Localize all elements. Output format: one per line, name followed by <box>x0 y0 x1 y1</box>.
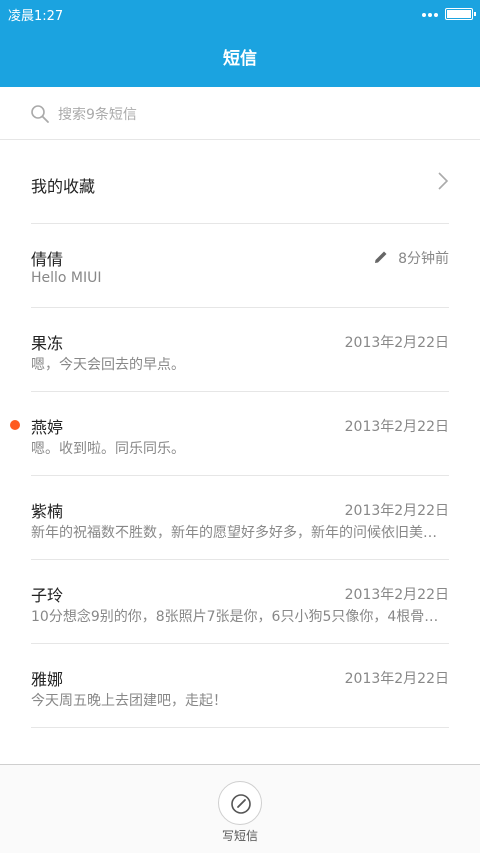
pencil-icon <box>375 251 387 263</box>
message-time: 2013年2月22日 <box>344 503 449 519</box>
battery-icon <box>445 8 476 20</box>
status-time: 凌晨1:27 <box>8 9 64 24</box>
conversation-row[interactable]: 果冻 2013年2月22日 嗯，今天会回去的早点。 <box>0 308 480 392</box>
conversation-row[interactable]: 紫楠 2013年2月22日 新年的祝福数不胜数，新年的愿望好多好多，新年的问候依… <box>0 476 480 560</box>
compose-button[interactable] <box>218 781 262 825</box>
compose-icon <box>231 794 251 814</box>
message-preview: 嗯。收到啦。同乐同乐。 <box>31 441 185 457</box>
conversation-row[interactable]: 子玲 2013年2月22日 10分想念9别的你，8张照片7张是你，6只小狗5只像… <box>0 560 480 644</box>
message-time: 2013年2月22日 <box>344 587 449 603</box>
chevron-right-icon <box>438 172 449 190</box>
unread-dot-icon <box>10 420 20 430</box>
conversation-row[interactable]: 雅娜 2013年2月22日 今天周五晚上去团建吧，走起！ <box>0 644 480 728</box>
page-title: 短信 <box>223 49 257 69</box>
message-preview: 嗯，今天会回去的早点。 <box>31 357 185 373</box>
favorites-label: 我的收藏 <box>31 177 96 196</box>
search-icon <box>31 105 49 123</box>
contact-name: 紫楠 <box>31 502 64 521</box>
header-bar: 凌晨1:27 短信 <box>0 0 480 87</box>
compose-label: 写短信 <box>221 829 258 843</box>
message-preview: 新年的祝福数不胜数，新年的愿望好多好多，新年的问候依旧美… <box>31 525 437 541</box>
divider <box>31 727 449 728</box>
message-time: 2013年2月22日 <box>344 335 449 351</box>
message-time: 2013年2月22日 <box>344 671 449 687</box>
signal-dots-icon <box>422 13 438 17</box>
message-preview: Hello MIUI <box>31 270 102 286</box>
message-time: 8分钟前 <box>398 251 449 267</box>
favorites-row[interactable]: 我的收藏 <box>0 140 480 223</box>
contact-name: 燕婷 <box>31 418 64 437</box>
conversation-row[interactable]: 倩倩 8分钟前 Hello MIUI <box>0 224 480 308</box>
message-preview: 今天周五晚上去团建吧，走起！ <box>31 693 227 709</box>
bottom-bar: 写短信 <box>0 764 480 853</box>
contact-name: 雅娜 <box>31 670 64 689</box>
status-bar: 凌晨1:27 <box>0 0 480 28</box>
message-time: 2013年2月22日 <box>344 419 449 435</box>
contact-name: 子玲 <box>31 586 64 605</box>
contact-name: 倩倩 <box>31 250 64 269</box>
search-input[interactable]: 搜索9条短信 <box>58 104 137 124</box>
search-bar[interactable]: 搜索9条短信 <box>0 87 480 140</box>
contact-name: 果冻 <box>31 334 64 353</box>
conversation-row[interactable]: 燕婷 2013年2月22日 嗯。收到啦。同乐同乐。 <box>0 392 480 476</box>
message-preview: 10分想念9别的你，8张照片7张是你，6只小狗5只像你，4根骨… <box>31 609 439 625</box>
